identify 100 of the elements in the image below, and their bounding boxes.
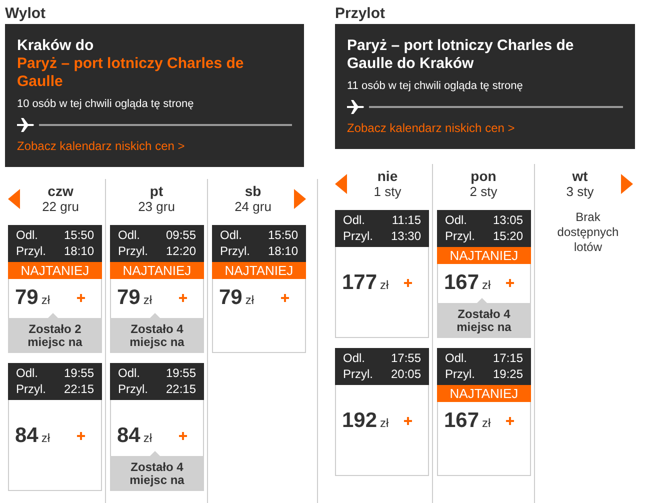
flight-card[interactable]: Odl. 17:55 Przyl. 20:05 192 zł [335, 348, 429, 476]
flight-card[interactable]: Odl. 11:15 Przyl. 13:30 177 zł [335, 210, 429, 338]
price: 167 [444, 408, 480, 434]
seats-left-note: Zostało 2 miejsc na [8, 318, 102, 352]
arrival-label: Przyl. [16, 381, 46, 397]
next-arrow-icon[interactable] [621, 174, 633, 194]
arrival-time: 13:30 [390, 228, 421, 244]
next-arrow-icon[interactable] [294, 188, 306, 208]
departure-time: 17:55 [390, 350, 421, 366]
day-name: pon [470, 168, 496, 184]
day-date: 2 sty [470, 184, 498, 200]
low-fare-calendar-link[interactable]: Zobacz kalendarz niskich cen > [347, 118, 623, 136]
departure-time: 19:55 [64, 365, 94, 381]
currency: zł [482, 415, 491, 432]
seats-left-note: Zostało 4 miejsc na [110, 456, 204, 490]
arrival-label: Przyl. [343, 228, 373, 244]
cheapest-badge: NAJTANIEJ [437, 246, 531, 264]
plus-icon[interactable] [77, 294, 85, 302]
departure-label: Odl. [16, 365, 38, 381]
departure-label: Odl. [118, 227, 140, 243]
flight-card[interactable]: Odl. 19:55 Przyl. 22:15 84 zł Zostało 4 miejsc na [110, 362, 204, 490]
arrival-time: 12:20 [166, 243, 196, 259]
cheapest-badge: NAJTANIEJ [437, 384, 531, 402]
day-date: 22 gru [42, 198, 79, 214]
departure-time: 15:50 [268, 227, 298, 243]
day-name: wt [572, 168, 588, 184]
day-date: 3 sty [566, 184, 594, 200]
arrival-label: Przyl. [220, 243, 250, 259]
departure-time: 13:05 [492, 212, 523, 228]
no-flights-text: Brak dostępnych lotów [556, 210, 620, 254]
day-date: 1 sty [374, 184, 402, 200]
currency: zł [143, 430, 152, 448]
departure-label: Odl. [343, 350, 366, 366]
section-title: Wylot [4, 4, 47, 24]
section-title: Przylot [334, 4, 386, 24]
currency: zł [41, 430, 50, 448]
cheapest-badge: NAJTANIEJ [110, 262, 204, 278]
cheapest-badge: NAJTANIEJ [212, 262, 306, 278]
seats-left-note: Zostało 4 miejsc na [110, 318, 204, 352]
currency: zł [245, 292, 254, 310]
currency: zł [41, 292, 50, 310]
plus-icon[interactable] [179, 294, 187, 302]
arrival-time: 18:10 [64, 243, 94, 259]
cheapest-badge: NAJTANIEJ [8, 262, 102, 278]
plus-icon[interactable] [179, 432, 187, 440]
plus-icon[interactable] [506, 417, 514, 425]
departure-time: 11:15 [392, 212, 421, 228]
route-text: Paryż – port lotniczy Charles de Gaulle do Kraków [347, 37, 575, 73]
arrival-label: Przyl. [118, 243, 148, 259]
day-name: sb [244, 182, 262, 198]
route-text: Kraków do [17, 37, 95, 55]
price: 192 [342, 408, 378, 434]
arrival-time: 18:10 [268, 243, 298, 259]
arrival-label: Przyl. [445, 366, 475, 382]
viewers-text: 10 osób w tej chwili ogląda tę stronę [17, 97, 195, 112]
low-fare-calendar-link[interactable]: Zobacz kalendarz niskich cen > [17, 136, 292, 154]
plus-icon[interactable] [77, 432, 85, 440]
airplane-icon [17, 118, 35, 132]
flight-card[interactable]: Odl. 15:50 Przyl. 18:10 NAJTANIEJ 79 zł [212, 224, 306, 352]
day-date: 23 gru [138, 198, 175, 214]
price: 167 [444, 270, 480, 296]
route-text: Paryż – port lotniczy Charles de Gaulle [17, 55, 245, 91]
viewers-text: 11 osób w tej chwili ogląda tę stronę [347, 79, 524, 94]
previous-arrow-icon[interactable] [8, 188, 20, 208]
arrival-time: 19:25 [492, 366, 523, 382]
departure-label: Odl. [343, 212, 366, 228]
price: 177 [342, 270, 378, 296]
plus-icon[interactable] [404, 279, 412, 287]
arrival-label: Przyl. [343, 366, 373, 382]
flight-card[interactable]: Odl. 13:05 Przyl. 15:20 NAJTANIEJ 167 zł Zostało 4 miejsc na [437, 210, 531, 338]
flight-card[interactable]: Odl. 19:55 Przyl. 22:15 84 zł [8, 362, 102, 490]
day-name: nie [377, 168, 398, 184]
departure-label: Odl. [445, 212, 468, 228]
price: 84 [117, 423, 140, 450]
departure-label: Odl. [445, 350, 468, 366]
price: 79 [117, 285, 140, 312]
price: 79 [219, 285, 242, 312]
departure-label: Odl. [220, 227, 242, 243]
plus-icon[interactable] [281, 294, 289, 302]
plus-icon[interactable] [506, 279, 514, 287]
day-date: 24 gru [234, 198, 272, 214]
currency: zł [380, 415, 389, 432]
arrival-label: Przyl. [445, 228, 475, 244]
seats-left-note: Zostało 4 miejsc na [437, 302, 531, 338]
flight-card[interactable]: Odl. 17:15 Przyl. 19:25 NAJTANIEJ 167 zł [437, 348, 531, 476]
arrival-label: Przyl. [118, 381, 148, 397]
departure-label: Odl. [118, 365, 140, 381]
departure-label: Odl. [16, 227, 38, 243]
currency: zł [143, 292, 152, 310]
currency: zł [482, 277, 491, 294]
departure-time: 17:15 [492, 350, 523, 366]
flight-card[interactable]: Odl. 09:55 Przyl. 12:20 NAJTANIEJ 79 zł Zostało 4 miejsc na [110, 224, 204, 352]
airplane-icon [347, 100, 365, 114]
arrival-time: 15:20 [492, 228, 523, 244]
day-name: czw [48, 182, 74, 198]
price: 84 [15, 423, 38, 450]
plus-icon[interactable] [404, 417, 412, 425]
previous-arrow-icon[interactable] [335, 174, 347, 194]
arrival-label: Przyl. [16, 243, 46, 259]
flight-card[interactable]: Odl. 15:50 Przyl. 18:10 NAJTANIEJ 79 zł Zostało 2 miejsc na [8, 224, 102, 352]
